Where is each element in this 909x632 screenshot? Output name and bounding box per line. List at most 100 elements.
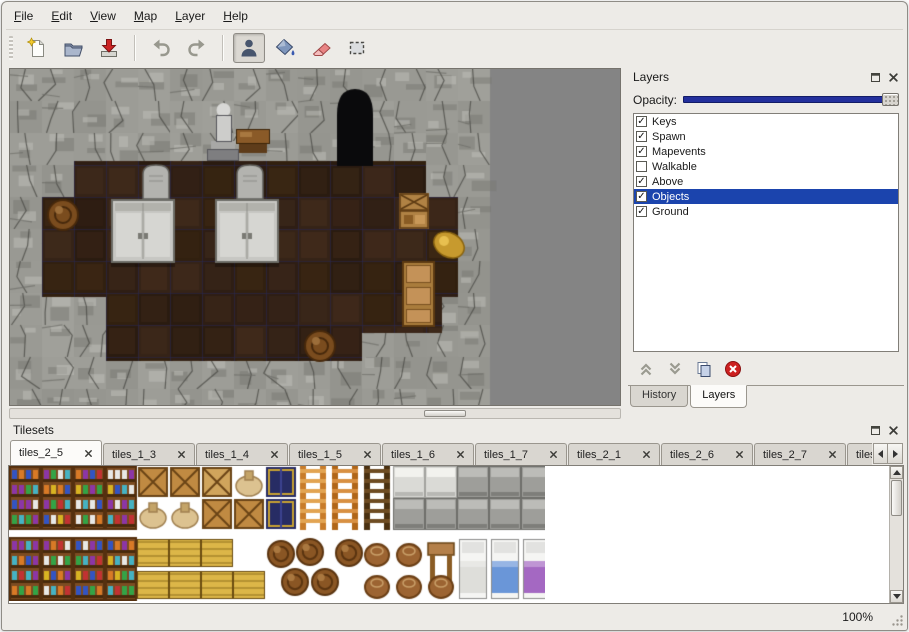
layer-row-keys[interactable]: ✓ Keys — [634, 114, 898, 129]
fill-tool-button[interactable] — [269, 33, 301, 63]
lower-layer-button[interactable] — [665, 359, 685, 379]
tileset-tab-tiles_1_4[interactable]: tiles_1_4 — [196, 443, 288, 465]
resize-grip[interactable] — [891, 614, 904, 627]
tileset-tab-label: tiles_1_6 — [391, 449, 435, 461]
layer-visibility-checkbox[interactable]: ✓ — [636, 176, 647, 187]
tab-close-icon[interactable] — [270, 450, 279, 459]
menu-edit[interactable]: Edit — [43, 6, 80, 26]
stamp-tool-button[interactable] — [233, 33, 265, 63]
layer-row-above[interactable]: ✓ Above — [634, 174, 898, 189]
layer-visibility-checkbox[interactable]: ✓ — [636, 206, 647, 217]
tabs-scroll-left-button[interactable] — [873, 443, 888, 464]
layer-visibility-checkbox[interactable]: ✓ — [636, 146, 647, 157]
layer-row-objects[interactable]: ✓ Objects — [634, 189, 898, 204]
close-panel-icon[interactable] — [886, 70, 901, 85]
layers-panel-header: Layers — [628, 68, 904, 86]
tileset-tab-tiles_[interactable]: tiles_ — [847, 443, 872, 465]
tilesets-panel-header: Tilesets — [8, 421, 904, 439]
tileset-viewport — [8, 465, 904, 604]
layer-label: Keys — [652, 116, 676, 128]
layers-panel-title: Layers — [633, 70, 669, 84]
float-panel-icon[interactable] — [868, 423, 883, 438]
scroll-up-button[interactable] — [890, 466, 903, 479]
opacity-slider[interactable] — [683, 92, 899, 107]
layer-row-ground[interactable]: ✓Ground — [634, 204, 898, 219]
tab-close-icon[interactable] — [735, 450, 744, 459]
tab-close-icon[interactable] — [642, 450, 651, 459]
layer-label: Spawn — [652, 131, 686, 143]
redo-button[interactable] — [181, 33, 213, 63]
new-file-icon — [26, 37, 48, 59]
layer-row-spawn[interactable]: ✓ Spawn — [634, 129, 898, 144]
tileset-canvas[interactable] — [9, 466, 545, 601]
map-horizontal-scrollbar[interactable] — [9, 408, 621, 419]
layer-visibility-checkbox[interactable]: ✓ — [636, 116, 647, 127]
layer-row-walkable[interactable]: Walkable — [634, 159, 898, 174]
toolbar — [6, 29, 903, 66]
close-panel-icon[interactable] — [886, 423, 901, 438]
tileset-tab-tiles_2_6[interactable]: tiles_2_6 — [661, 443, 753, 465]
layer-visibility-checkbox[interactable] — [636, 161, 647, 172]
tileset-tab-tiles_1_3[interactable]: tiles_1_3 — [103, 443, 195, 465]
opacity-slider-track — [683, 96, 896, 103]
left-arrow-icon — [878, 450, 883, 458]
menu-view[interactable]: View — [82, 6, 124, 26]
layer-row-mapevents[interactable]: ✓Mapevents — [634, 144, 898, 159]
opacity-slider-handle[interactable] — [882, 93, 899, 106]
tileset-tab-tiles_2_7[interactable]: tiles_2_7 — [754, 443, 846, 465]
layer-label: Objects — [652, 191, 689, 203]
float-panel-icon[interactable] — [868, 70, 883, 85]
scrollbar-handle[interactable] — [891, 480, 902, 516]
tileset-tab-tiles_1_5[interactable]: tiles_1_5 — [289, 443, 381, 465]
open-folder-button[interactable] — [57, 33, 89, 63]
duplicate-layer-button[interactable] — [694, 359, 714, 379]
tab-close-icon[interactable] — [363, 450, 372, 459]
toolbar-drag-handle[interactable] — [9, 36, 13, 60]
zoom-level: 100% — [842, 610, 873, 624]
layers-panel: Layers Opacity: ✓Keys✓Spawn✓MapeventsWal… — [628, 68, 904, 410]
raise-layer-button[interactable] — [636, 359, 656, 379]
eraser-tool-button[interactable] — [305, 33, 337, 63]
save-button[interactable] — [93, 33, 125, 63]
tilesets-panel: Tilesets tiles_2_5tiles_1_3tiles_1_4tile… — [8, 421, 904, 604]
tab-close-icon[interactable] — [456, 450, 465, 459]
scroll-down-button[interactable] — [890, 590, 903, 603]
right-arrow-icon — [893, 450, 898, 458]
dock-tab-layers[interactable]: Layers — [690, 385, 747, 408]
tileset-tab-label: tiles_1_4 — [205, 449, 249, 461]
tab-close-icon[interactable] — [177, 450, 186, 459]
map-viewport — [9, 68, 621, 406]
tileset-tab-label: tiles_2_5 — [19, 447, 63, 459]
delete-layer-button[interactable] — [723, 359, 743, 379]
tab-close-icon[interactable] — [84, 449, 93, 458]
tabs-scroll-right-button[interactable] — [888, 443, 903, 464]
tileset-tab-tiles_2_5[interactable]: tiles_2_5 — [10, 440, 102, 465]
scrollbar-handle[interactable] — [424, 410, 466, 417]
menu-file[interactable]: File — [6, 6, 41, 26]
tileset-tab-tiles_1_6[interactable]: tiles_1_6 — [382, 443, 474, 465]
menu-layer[interactable]: Layer — [167, 6, 213, 26]
tab-close-icon[interactable] — [549, 450, 558, 459]
layer-label: Above — [652, 176, 683, 188]
map-canvas[interactable] — [10, 69, 620, 405]
select-tool-button[interactable] — [341, 33, 373, 63]
tileset-tab-label: tiles_2_7 — [763, 449, 807, 461]
tileset-tab-label: tiles_2_6 — [670, 449, 714, 461]
tab-close-icon[interactable] — [828, 450, 837, 459]
layer-visibility-checkbox[interactable]: ✓ — [636, 191, 647, 202]
dock-tab-history[interactable]: History — [630, 386, 688, 407]
tileset-tab-label: tiles_1_3 — [112, 449, 156, 461]
fill-tool-icon — [274, 37, 296, 59]
tileset-tab-tiles_1_7[interactable]: tiles_1_7 — [475, 443, 567, 465]
menu-help[interactable]: Help — [215, 6, 256, 26]
undo-button[interactable] — [145, 33, 177, 63]
tileset-tab-label: tiles_1_7 — [484, 449, 528, 461]
new-file-button[interactable] — [21, 33, 53, 63]
tileset-vertical-scrollbar[interactable] — [889, 466, 903, 603]
app-window: FileEditViewMapLayerHelp Layers Opacity:… — [1, 1, 908, 631]
stamp-tool-icon — [238, 37, 260, 59]
tileset-tab-tiles_2_1[interactable]: tiles_2_1 — [568, 443, 660, 465]
tileset-tabbar: tiles_2_5 tiles_1_3 tiles_1_4 tiles_1_5 tile… — [8, 439, 904, 465]
menu-map[interactable]: Map — [126, 6, 165, 26]
layer-visibility-checkbox[interactable]: ✓ — [636, 131, 647, 142]
